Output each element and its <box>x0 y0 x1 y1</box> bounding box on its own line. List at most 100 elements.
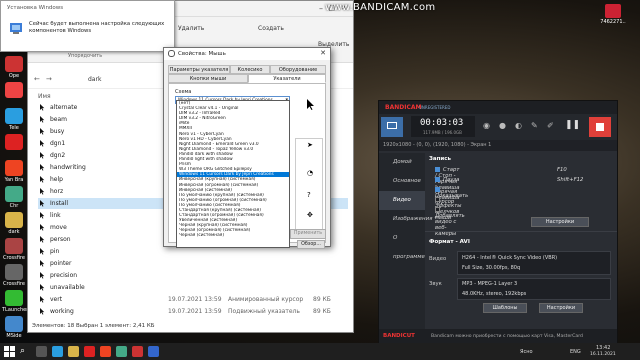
apply-button[interactable]: Применить <box>290 229 326 239</box>
option-label: Добавлять видео с веб-камеры <box>435 213 465 237</box>
language-indicator[interactable]: ENG <box>570 349 581 355</box>
file-row[interactable]: unavailable <box>38 282 348 293</box>
file-name: beam <box>50 116 68 123</box>
desktop-icon[interactable]: Ope <box>2 56 26 79</box>
arrow-cursor-icon: ➤ <box>307 141 313 149</box>
hotkey-field[interactable]: F10 <box>557 167 567 173</box>
back-arrow-icon[interactable]: ← <box>34 75 40 83</box>
app-icon <box>5 264 23 280</box>
checkbox[interactable] <box>435 187 440 192</box>
bandicam-sidebar: Домой Основное Видео Изображения О программе <box>379 153 432 333</box>
dialog-close-button[interactable]: ✕ <box>320 49 326 57</box>
unregistered-badge: UNREGISTERED <box>419 105 451 110</box>
checkbox[interactable] <box>435 177 440 182</box>
cursor-preview-list: ➤ ◔ ? ✥ <box>295 138 323 238</box>
telegram-icon[interactable] <box>52 346 63 357</box>
checkbox[interactable] <box>435 167 440 172</box>
chrome-icon[interactable] <box>116 346 127 357</box>
bandicam-toolbar: 00:03:03 117.9MB / 196.0GB ◉ ● ◐ ✎ ✐ ❚❚ <box>379 114 617 140</box>
file-name: working <box>50 308 74 315</box>
file-name: busy <box>50 128 65 135</box>
move-cursor-icon: ✥ <box>307 211 313 219</box>
templates-button[interactable]: Шаблоны <box>483 303 527 313</box>
cursor-file-icon <box>38 139 46 147</box>
file-row[interactable]: vert 19.07.2021 13:59 Анимированный курсор… <box>38 294 348 305</box>
file-name: handwriting <box>50 164 86 171</box>
desktop-icon-label: Yan Bra <box>4 177 24 183</box>
minimize-button[interactable]: – <box>319 4 323 13</box>
checkbox[interactable] <box>435 197 440 202</box>
audio-params: 48.0KHz, stereo, 192kbps <box>462 291 527 297</box>
format-settings-button[interactable]: Настройки <box>539 303 583 313</box>
desktop-icon[interactable]: Crossfire <box>2 264 26 287</box>
sidebar-item-image[interactable]: Изображения <box>379 210 432 229</box>
tab-buttons[interactable]: Кнопки мыши <box>168 74 248 83</box>
top-right-desktop-icon[interactable]: 7462271.. <box>598 4 628 25</box>
scheme-dropdown-list[interactable]: (нет) Crystal Clear v4.1 - Original DIM v3… <box>176 100 290 248</box>
scheme-option[interactable]: Черная (системная) <box>177 233 289 238</box>
cursor-file-icon <box>38 223 46 231</box>
mic-icon[interactable]: ● <box>499 121 506 130</box>
weather-text[interactable]: Ясно <box>520 349 533 355</box>
cursor-file-icon <box>38 295 46 303</box>
app-icon <box>5 82 23 98</box>
desktop-icon[interactable]: TLauncher <box>2 290 28 313</box>
bandicam-window: BANDICAM UNREGISTERED 00:03:03 117.9MB /… <box>378 100 618 346</box>
desktop-icon[interactable]: Tele <box>2 108 26 131</box>
video-params: Full Size, 30.00fps, 80q <box>462 265 521 271</box>
yandex-icon[interactable] <box>100 346 111 357</box>
file-name: pointer <box>50 260 72 267</box>
sidebar-item-video[interactable]: Видео <box>379 191 425 210</box>
desktop-icon[interactable]: Chr <box>2 186 26 209</box>
ribbon-create[interactable]: Создать <box>258 25 284 32</box>
bandicut-brand[interactable]: BANDICUT <box>383 333 415 339</box>
sidebar-item-home[interactable]: Домой <box>379 153 425 172</box>
webcam-icon[interactable]: ◉ <box>483 121 490 130</box>
timer-display: 00:03:03 <box>420 118 464 128</box>
desktop-icon[interactable]: Yan Bra <box>2 160 26 183</box>
task-view-icon[interactable] <box>36 346 47 357</box>
hotkey-field[interactable]: Shift+F12 <box>557 177 583 183</box>
tab-hardware[interactable]: Оборудование <box>270 65 326 74</box>
tab-wheel[interactable]: Колесико <box>230 65 270 74</box>
file-row[interactable]: working 19.07.2021 13:59 Подвижный указате… <box>38 306 348 317</box>
pen-icon[interactable]: ✎ <box>531 121 538 130</box>
audio-icon[interactable]: ◐ <box>515 121 522 130</box>
sidebar-item-gear[interactable]: Основное <box>379 172 425 191</box>
desktop-icon[interactable]: Crossfire <box>2 238 26 261</box>
clock-time[interactable]: 13:42 <box>596 345 610 351</box>
ribbon-delete[interactable]: Удалить <box>178 25 204 32</box>
desktop-icon[interactable] <box>2 134 26 151</box>
video-label: Видео <box>429 256 447 262</box>
stop-record-button[interactable] <box>589 117 611 137</box>
file-name: pin <box>50 248 60 255</box>
browse-button[interactable]: Обзор... <box>297 240 325 249</box>
clock-date[interactable]: 16.11.2021 <box>590 352 616 357</box>
file-name: dgn1 <box>50 140 66 147</box>
forward-arrow-icon[interactable]: → <box>46 75 52 83</box>
resolution-text: 1920x1080 - (0, 0), (1920, 1080) - Экран… <box>383 142 492 148</box>
checkbox[interactable] <box>435 207 440 212</box>
sidebar-item-info[interactable]: О программе <box>379 229 425 260</box>
screen-mode-button[interactable] <box>381 117 403 137</box>
start-button[interactable] <box>4 346 15 357</box>
bandicam-taskbar-icon[interactable] <box>132 346 143 357</box>
app-icon[interactable] <box>148 346 159 357</box>
file-row[interactable]: pointer <box>38 258 348 269</box>
record-option[interactable]: Добавлять видео с веб-камеры <box>435 207 465 237</box>
folder-icon[interactable] <box>68 346 79 357</box>
file-name: move <box>50 224 67 231</box>
file-row[interactable]: precision <box>38 270 348 281</box>
draw-icon[interactable]: ✐ <box>547 121 554 130</box>
desktop-icon[interactable]: MSide <box>2 316 26 339</box>
tab-pointer-options[interactable]: Параметры указателя <box>168 65 230 74</box>
desktop-icon[interactable]: dark <box>2 212 26 235</box>
column-name-header[interactable]: Имя <box>38 93 51 100</box>
cursor-preview <box>297 92 321 116</box>
tab-pointers[interactable]: Указатели <box>248 74 326 83</box>
desktop-icon[interactable] <box>2 82 26 99</box>
opera-icon[interactable] <box>84 346 95 357</box>
pause-icon[interactable]: ❚❚ <box>565 120 580 130</box>
record-settings-button[interactable]: Настройки <box>531 217 589 227</box>
search-icon[interactable]: ⌕ <box>20 346 31 357</box>
